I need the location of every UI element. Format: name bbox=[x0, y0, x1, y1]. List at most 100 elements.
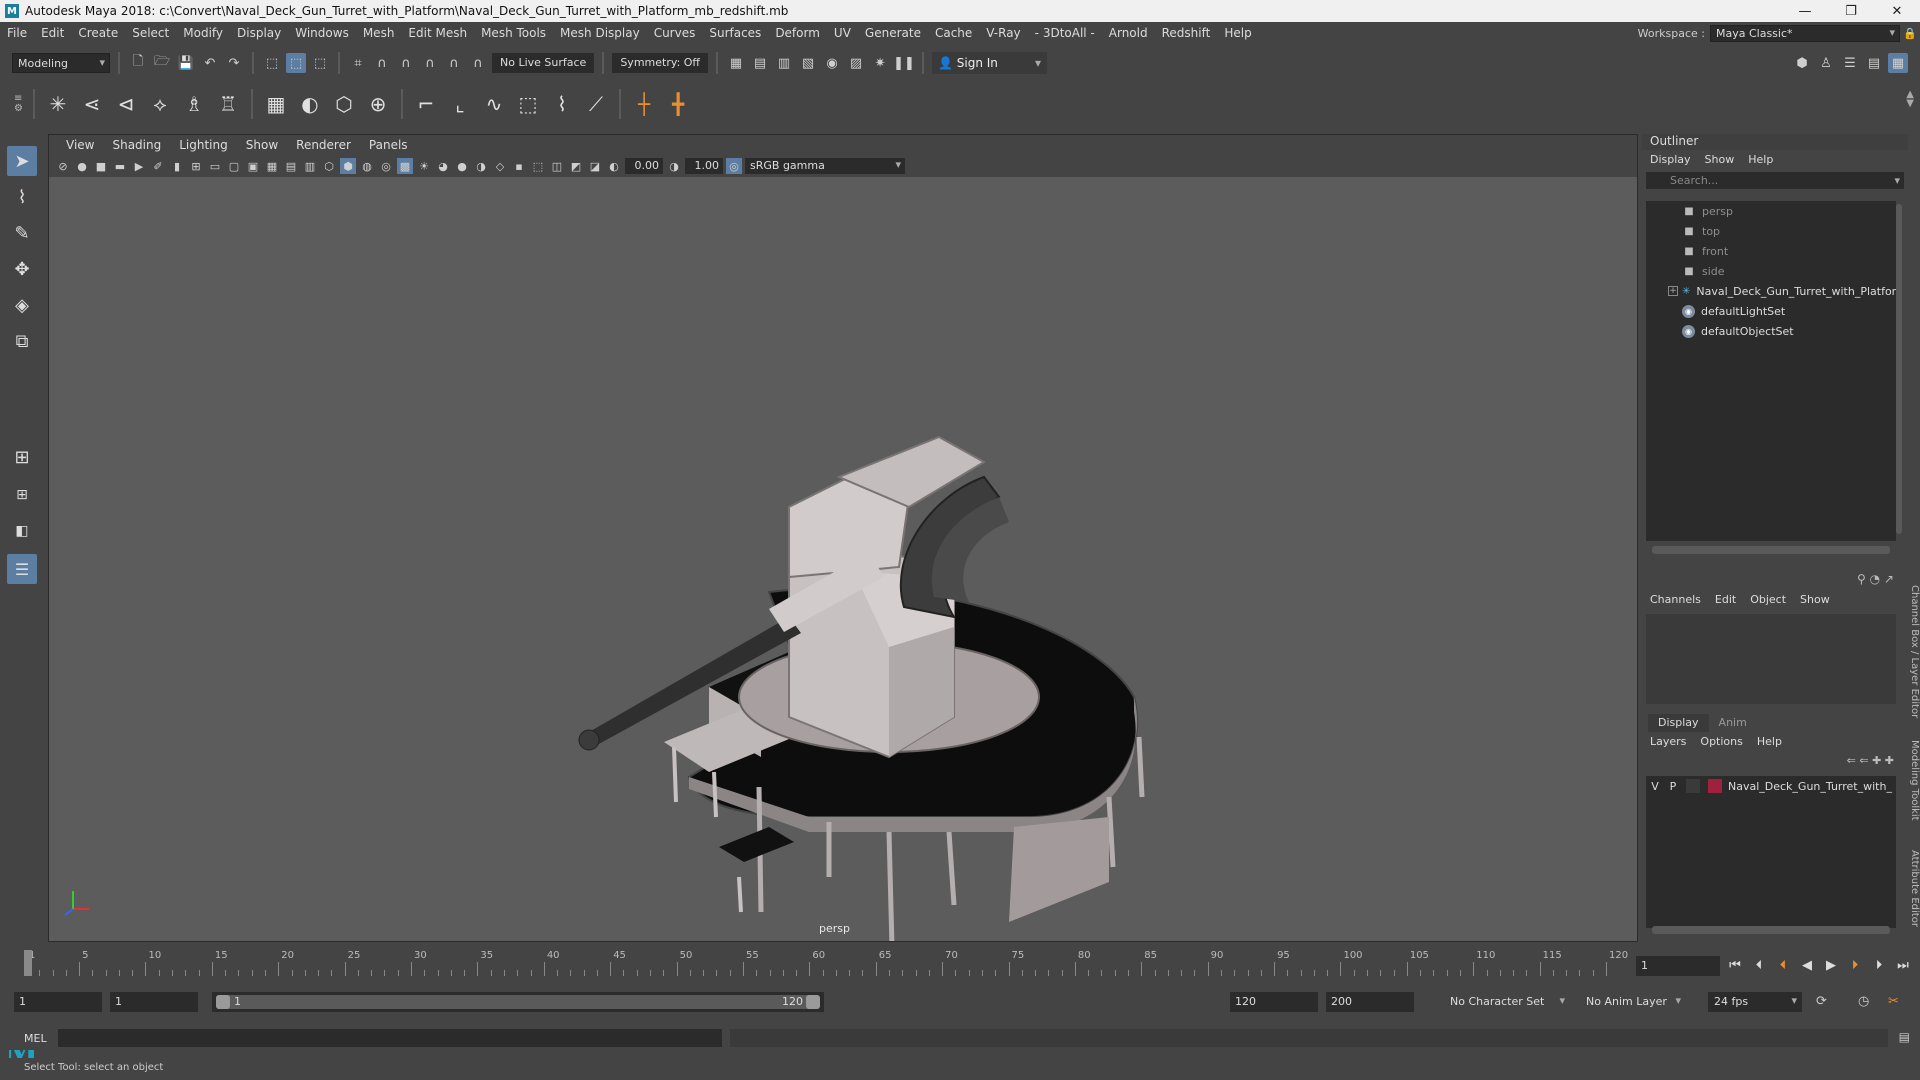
outliner-menu-show[interactable]: Show bbox=[1705, 153, 1749, 166]
layer-row[interactable]: V P Naval_Deck_Gun_Turret_with_ bbox=[1646, 776, 1896, 796]
playback-start-field[interactable]: 1 bbox=[110, 992, 198, 1012]
joint-tool-icon[interactable]: ✳ bbox=[44, 90, 72, 118]
range-slider[interactable]: 1 120 bbox=[212, 992, 824, 1012]
sine-deformer-icon[interactable]: ∿ bbox=[480, 90, 508, 118]
channel-box-tool-icons[interactable]: ⚲ ◔ ↗ bbox=[1857, 572, 1894, 586]
animation-start-field[interactable]: 1 bbox=[14, 992, 102, 1012]
auto-key-icon[interactable]: ◷ bbox=[1858, 994, 1869, 1009]
current-frame-field[interactable]: 1 bbox=[1636, 956, 1720, 976]
show-manipulator-icon[interactable]: ⊞ bbox=[7, 442, 37, 472]
side-tab-channel-box[interactable]: Channel Box / Layer Editor bbox=[1909, 585, 1920, 725]
channel-menu-channels[interactable]: Channels bbox=[1650, 593, 1715, 606]
go-to-end-icon[interactable]: ⏭ bbox=[1894, 956, 1912, 974]
snap-grid-icon[interactable]: ⌗ bbox=[348, 53, 368, 73]
view-transform-dropdown[interactable]: sRGB gamma bbox=[745, 158, 905, 174]
bookmark-icon[interactable]: ▮ bbox=[169, 158, 185, 174]
resolution-gate-icon[interactable]: ▢ bbox=[226, 158, 242, 174]
outliner-vertical-scrollbar[interactable] bbox=[1896, 204, 1902, 534]
viewport-menu-view[interactable]: View bbox=[57, 138, 103, 152]
image-plane-icon[interactable]: ▬ bbox=[112, 158, 128, 174]
wave-deformer-icon[interactable]: ⟋ bbox=[582, 90, 610, 118]
viewport-menu-renderer[interactable]: Renderer bbox=[287, 138, 360, 152]
exposure-field[interactable]: 0.00 bbox=[625, 158, 663, 174]
channel-menu-show[interactable]: Show bbox=[1800, 593, 1844, 606]
exposure-icon[interactable]: ◐ bbox=[606, 158, 622, 174]
menu-generate[interactable]: Generate bbox=[858, 26, 928, 40]
tab-anim[interactable]: Anim bbox=[1709, 714, 1757, 732]
menu-help[interactable]: Help bbox=[1217, 26, 1258, 40]
textured-icon[interactable]: ▩ bbox=[397, 158, 413, 174]
render-settings-icon[interactable]: ▧ bbox=[798, 53, 818, 73]
quick-layout-four-icon[interactable]: ⊞ bbox=[7, 480, 37, 510]
tool-settings-icon[interactable]: ▤ bbox=[1864, 53, 1884, 73]
outliner-search-input[interactable]: Search... bbox=[1646, 172, 1904, 189]
twist-deformer-icon[interactable]: ⌇ bbox=[548, 90, 576, 118]
xray-icon[interactable]: ◫ bbox=[549, 158, 565, 174]
step-back-key-icon[interactable]: ⏴ bbox=[1750, 956, 1768, 974]
ipr-render-icon[interactable]: ▥ bbox=[774, 53, 794, 73]
2d-pan-zoom-icon[interactable]: ▶ bbox=[131, 158, 147, 174]
parent-constraint-icon[interactable]: ┼ bbox=[630, 90, 658, 118]
menu-select[interactable]: Select bbox=[125, 26, 176, 40]
outliner-item-default-light-set[interactable]: ◉ defaultLightSet bbox=[1646, 301, 1896, 321]
select-by-component-icon[interactable]: ⬚ bbox=[310, 53, 330, 73]
channel-box-icon[interactable]: ▦ bbox=[1888, 53, 1908, 73]
outliner-layout-icon[interactable]: ☰ bbox=[7, 554, 37, 584]
safe-action-icon[interactable]: ▤ bbox=[283, 158, 299, 174]
bind-skin-icon[interactable]: ⟡ bbox=[146, 90, 174, 118]
range-end-handle[interactable] bbox=[806, 995, 820, 1009]
menu-modify[interactable]: Modify bbox=[176, 26, 230, 40]
open-scene-icon[interactable]: 🗁 bbox=[152, 53, 172, 73]
menu-vray[interactable]: V-Ray bbox=[979, 26, 1027, 40]
lattice-icon[interactable]: ▦ bbox=[262, 90, 290, 118]
layer-color-swatch[interactable] bbox=[1708, 779, 1722, 793]
range-slider-bar[interactable] bbox=[216, 995, 820, 1009]
fps-dropdown[interactable]: 24 fps bbox=[1708, 992, 1802, 1012]
layer-visibility-toggle[interactable]: V bbox=[1646, 780, 1664, 793]
viewport-menu-shading[interactable]: Shading bbox=[103, 138, 170, 152]
select-by-hierarchy-icon[interactable]: ⬚ bbox=[262, 53, 282, 73]
menu-set-dropdown[interactable]: Modeling bbox=[12, 53, 110, 73]
snap-view-plane-icon[interactable]: ∩ bbox=[420, 53, 440, 73]
shadows-icon[interactable]: ◕ bbox=[435, 158, 451, 174]
step-back-frame-icon[interactable]: ⏴ bbox=[1774, 956, 1792, 974]
select-tool-icon[interactable]: ➤ bbox=[7, 146, 37, 176]
bookmarks-icon[interactable]: ■ bbox=[93, 158, 109, 174]
close-button[interactable]: ✕ bbox=[1874, 0, 1920, 22]
human-ik-icon[interactable]: ♙ bbox=[1816, 53, 1836, 73]
ik-spline-icon[interactable]: ⊲ bbox=[112, 90, 140, 118]
go-to-start-icon[interactable]: ⏮ bbox=[1726, 956, 1744, 974]
pause-render-icon[interactable]: ❚❚ bbox=[893, 53, 915, 73]
loop-icon[interactable]: ⟳ bbox=[1816, 994, 1827, 1009]
quick-rig-icon[interactable]: ♖ bbox=[214, 90, 242, 118]
scale-tool-icon[interactable]: ⧉ bbox=[7, 326, 37, 356]
minimize-button[interactable]: — bbox=[1782, 0, 1828, 22]
menu-mesh-display[interactable]: Mesh Display bbox=[553, 26, 647, 40]
menu-edit-mesh[interactable]: Edit Mesh bbox=[401, 26, 474, 40]
layer-horizontal-scrollbar[interactable] bbox=[1652, 926, 1890, 934]
playback-end-field[interactable]: 120 bbox=[1230, 992, 1318, 1012]
camera-attributes-icon[interactable]: ● bbox=[74, 158, 90, 174]
outliner-item-front[interactable]: ■ front bbox=[1646, 241, 1896, 261]
light-editor-icon[interactable]: ✷ bbox=[870, 53, 890, 73]
outliner-item-persp[interactable]: ■ persp bbox=[1646, 201, 1896, 221]
render-view-icon[interactable]: ▦ bbox=[726, 53, 746, 73]
quick-layout-two-icon[interactable]: ◧ bbox=[7, 516, 37, 546]
step-forward-key-icon[interactable]: ⏵ bbox=[1870, 956, 1888, 974]
tab-display[interactable]: Display bbox=[1648, 714, 1709, 732]
anti-aliasing-icon[interactable]: ◇ bbox=[492, 158, 508, 174]
workspace-dropdown[interactable]: Maya Classic* bbox=[1710, 25, 1900, 42]
layer-menu-options[interactable]: Options bbox=[1700, 735, 1756, 748]
render-setup-icon[interactable]: ▨ bbox=[846, 53, 866, 73]
film-gate-icon[interactable]: ▭ bbox=[207, 158, 223, 174]
use-all-lights-icon[interactable]: ☀ bbox=[416, 158, 432, 174]
menu-file[interactable]: File bbox=[0, 26, 34, 40]
expand-icon[interactable]: + bbox=[1668, 286, 1678, 296]
wireframe-icon[interactable]: ⬡ bbox=[321, 158, 337, 174]
grease-pencil-icon[interactable]: ✐ bbox=[150, 158, 166, 174]
new-scene-icon[interactable]: 🗋 bbox=[128, 53, 148, 73]
command-input[interactable] bbox=[58, 1029, 722, 1047]
character-set-dropdown[interactable]: No Character Set bbox=[1444, 992, 1570, 1012]
outliner-menu-display[interactable]: Display bbox=[1650, 153, 1705, 166]
render-frame-icon[interactable]: ▤ bbox=[750, 53, 770, 73]
